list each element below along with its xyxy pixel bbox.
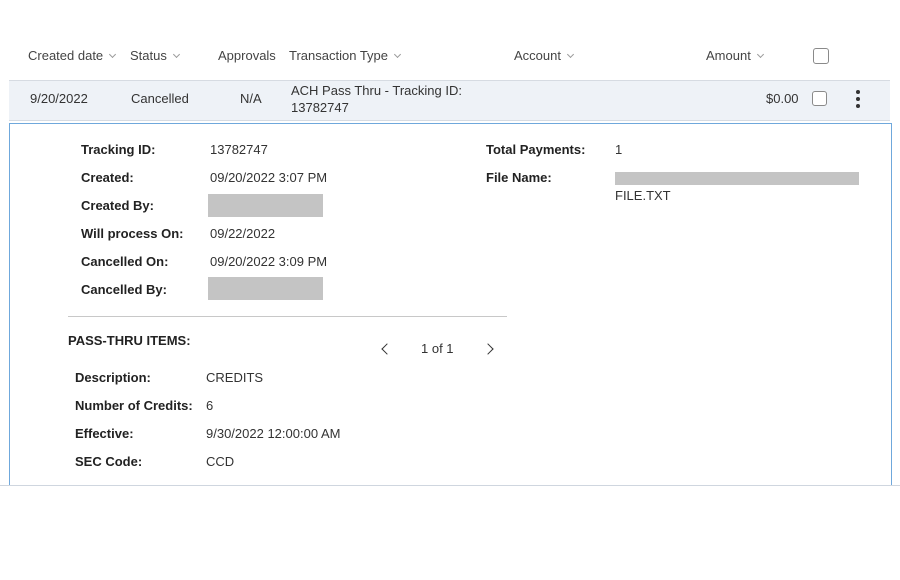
tracking-id-label: Tracking ID:	[81, 142, 156, 157]
chevron-down-icon	[757, 51, 765, 59]
section-divider	[68, 316, 507, 317]
col-header-created-date[interactable]: Created date	[28, 48, 117, 63]
file-name-value: FILE.TXT	[615, 188, 671, 203]
cancelled-on-label: Cancelled On:	[81, 254, 169, 269]
row-transaction-type-line1: ACH Pass Thru - Tracking ID:	[291, 83, 462, 98]
chevron-down-icon	[173, 51, 181, 59]
effective-value: 9/30/2022 12:00:00 AM	[206, 426, 341, 441]
col-header-approvals-label: Approvals	[218, 48, 276, 63]
created-by-redacted	[208, 194, 323, 217]
will-process-value: 09/22/2022	[210, 226, 276, 241]
file-name-redacted	[615, 172, 859, 185]
kebab-menu-icon[interactable]	[855, 90, 861, 110]
tracking-id-value: 13782747	[210, 142, 268, 157]
row-transaction-type-line2: 13782747	[291, 100, 349, 115]
col-header-transaction-type-label: Transaction Type	[289, 48, 388, 63]
will-process-label: Will process On:	[81, 226, 184, 241]
number-of-credits-label: Number of Credits:	[75, 398, 193, 413]
table-bottom-border	[0, 485, 900, 486]
pager-text: 1 of 1	[421, 341, 454, 356]
created-by-label: Created By:	[81, 198, 154, 213]
row-approvals: N/A	[240, 91, 262, 106]
col-header-account-label: Account	[514, 48, 561, 63]
chevron-down-icon	[567, 51, 575, 59]
row-amount: $0.00	[766, 91, 799, 106]
chevron-down-icon	[109, 51, 117, 59]
sec-code-label: SEC Code:	[75, 454, 143, 469]
col-header-transaction-type[interactable]: Transaction Type	[289, 48, 402, 63]
cancelled-by-redacted	[208, 277, 323, 300]
description-value: CREDITS	[206, 370, 264, 385]
col-header-status-label: Status	[130, 48, 167, 63]
chevron-down-icon	[394, 51, 402, 59]
total-payments-label: Total Payments:	[486, 142, 586, 157]
number-of-credits-value: 6	[206, 398, 214, 413]
total-payments-value: 1	[615, 142, 623, 157]
col-header-status[interactable]: Status	[130, 48, 181, 63]
row-created-date: 9/20/2022	[30, 91, 88, 106]
created-value: 09/20/2022 3:07 PM	[210, 170, 328, 185]
row-checkbox[interactable]	[812, 91, 827, 106]
effective-label: Effective:	[75, 426, 134, 441]
sec-code-value: CCD	[206, 454, 235, 469]
cancelled-by-label: Cancelled By:	[81, 282, 167, 297]
col-header-approvals: Approvals	[218, 48, 276, 63]
cancelled-on-value: 09/20/2022 3:09 PM	[210, 254, 328, 269]
select-all-checkbox[interactable]	[813, 48, 829, 64]
file-name-label: File Name:	[486, 170, 552, 185]
col-header-amount-label: Amount	[706, 48, 751, 63]
pass-thru-heading: PASS-THRU ITEMS:	[68, 333, 191, 348]
chevron-left-icon[interactable]	[380, 342, 390, 354]
description-label: Description:	[75, 370, 151, 385]
col-header-amount[interactable]: Amount	[706, 48, 765, 63]
created-label: Created:	[81, 170, 134, 185]
col-header-account[interactable]: Account	[514, 48, 575, 63]
col-header-created-date-label: Created date	[28, 48, 104, 63]
chevron-right-icon[interactable]	[484, 342, 494, 354]
row-status: Cancelled	[131, 91, 189, 106]
